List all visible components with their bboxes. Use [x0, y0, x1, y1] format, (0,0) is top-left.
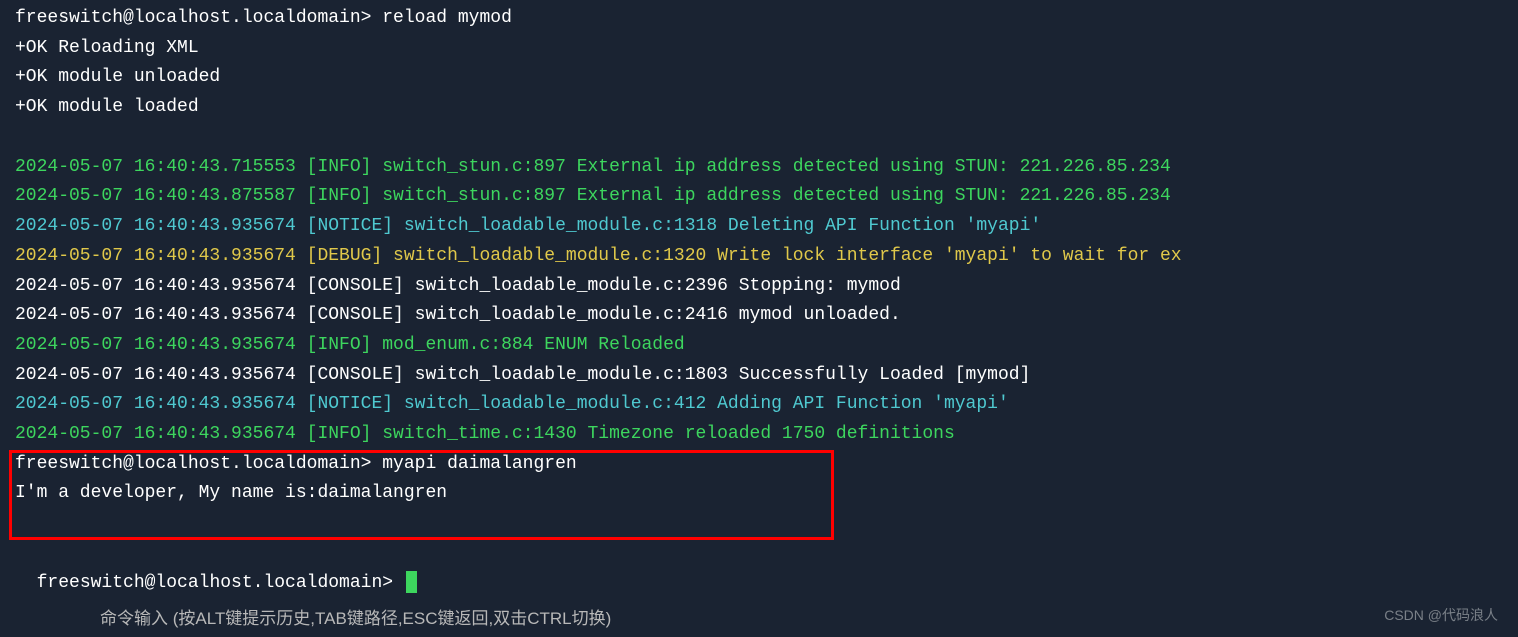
- terminal-line-info: 2024-05-07 16:40:43.935674 [INFO] switch…: [15, 420, 1503, 450]
- cursor-icon: [406, 571, 417, 593]
- watermark-text: CSDN @代码浪人: [1384, 604, 1498, 627]
- blank-line: [15, 123, 1503, 153]
- prompt-text: freeswitch@localhost.localdomain>: [37, 573, 404, 593]
- terminal-line-notice: 2024-05-07 16:40:43.935674 [NOTICE] swit…: [15, 212, 1503, 242]
- current-prompt-line[interactable]: freeswitch@localhost.localdomain>: [15, 539, 1503, 598]
- terminal-line-notice: 2024-05-07 16:40:43.935674 [NOTICE] swit…: [15, 390, 1503, 420]
- terminal-line-info: 2024-05-07 16:40:43.715553 [INFO] switch…: [15, 153, 1503, 183]
- terminal-line-info: 2024-05-07 16:40:43.875587 [INFO] switch…: [15, 182, 1503, 212]
- terminal-line-output: +OK module unloaded: [15, 63, 1503, 93]
- terminal-line-console: 2024-05-07 16:40:43.935674 [CONSOLE] swi…: [15, 361, 1503, 391]
- terminal-line-info: 2024-05-07 16:40:43.935674 [INFO] mod_en…: [15, 331, 1503, 361]
- footer-hint: 命令输入 (按ALT键提示历史,TAB键路径,ESC键返回,双击CTRL切换): [80, 601, 1518, 637]
- terminal-line-output: +OK module loaded: [15, 93, 1503, 123]
- terminal-line-debug: 2024-05-07 16:40:43.935674 [DEBUG] switc…: [15, 242, 1503, 272]
- terminal-line-console: 2024-05-07 16:40:43.935674 [CONSOLE] swi…: [15, 272, 1503, 302]
- terminal-line-command: freeswitch@localhost.localdomain> reload…: [15, 4, 1503, 34]
- blank-line: [15, 509, 1503, 539]
- terminal-line-output: +OK Reloading XML: [15, 34, 1503, 64]
- terminal-line-output: I'm a developer, My name is:daimalangren: [15, 479, 1503, 509]
- terminal-line-command: freeswitch@localhost.localdomain> myapi …: [15, 450, 1503, 480]
- terminal-line-console: 2024-05-07 16:40:43.935674 [CONSOLE] swi…: [15, 301, 1503, 331]
